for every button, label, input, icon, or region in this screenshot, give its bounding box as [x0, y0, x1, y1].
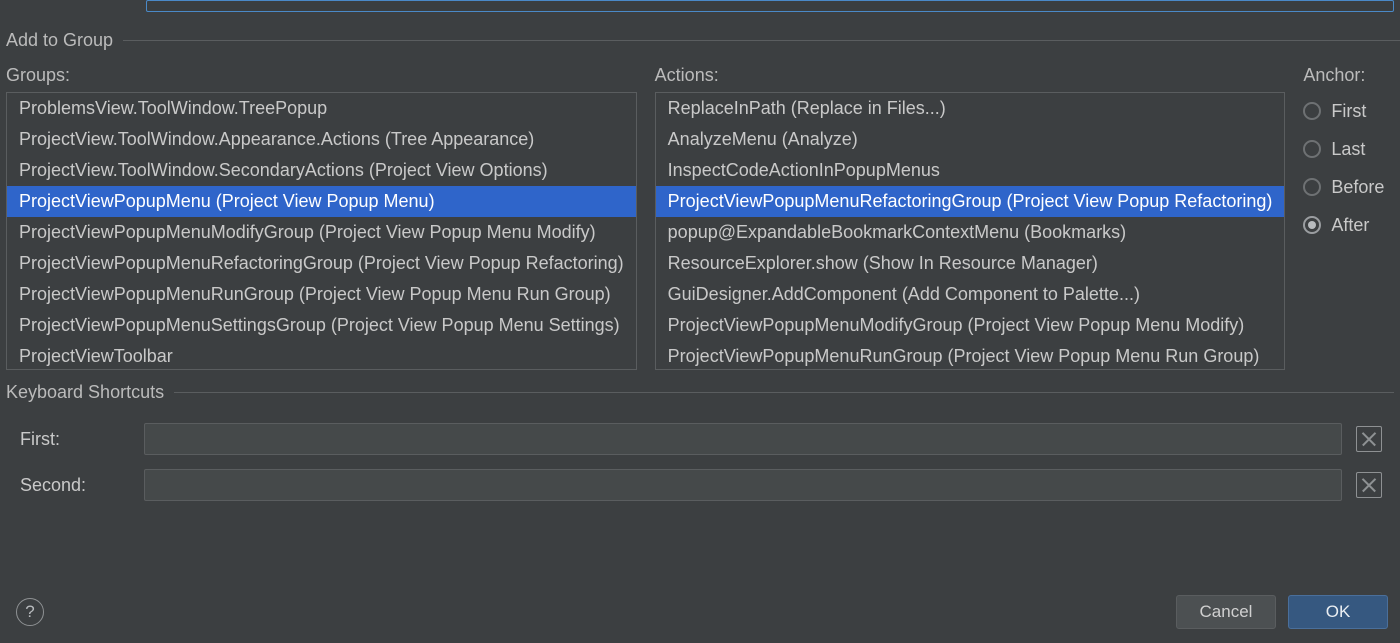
add-to-group-columns: Groups: ProblemsView.ToolWindow.TreePopu…: [6, 65, 1400, 370]
groups-column: Groups: ProblemsView.ToolWindow.TreePopu…: [6, 65, 637, 370]
dialog-root: Add to Group Groups: ProblemsView.ToolWi…: [0, 0, 1400, 643]
clear-first-shortcut-icon[interactable]: [1356, 426, 1382, 452]
spacer: [6, 0, 146, 12]
anchor-option-first[interactable]: First: [1303, 92, 1400, 130]
list-item[interactable]: ProjectViewPopupMenu (Project View Popup…: [7, 186, 636, 217]
list-item[interactable]: AnalyzeMenu (Analyze): [656, 124, 1285, 155]
clear-second-shortcut-icon[interactable]: [1356, 472, 1382, 498]
anchor-option-label: After: [1331, 215, 1369, 236]
anchor-option-label: Before: [1331, 177, 1384, 198]
keyboard-shortcuts-title: Keyboard Shortcuts: [4, 382, 174, 403]
anchor-column: Anchor: First Last Before After: [1303, 65, 1400, 370]
radio-icon: [1303, 216, 1321, 234]
anchor-option-last[interactable]: Last: [1303, 130, 1400, 168]
list-item[interactable]: ProjectView.ToolWindow.Appearance.Action…: [7, 124, 636, 155]
list-item[interactable]: popup@ExpandableBookmarkContextMenu (Boo…: [656, 217, 1285, 248]
anchor-option-label: First: [1331, 101, 1366, 122]
list-item[interactable]: ReplaceInPath (Replace in Files...): [656, 93, 1285, 124]
radio-icon: [1303, 140, 1321, 158]
second-shortcut-input[interactable]: [144, 469, 1342, 501]
top-focused-input[interactable]: [146, 0, 1394, 12]
list-item[interactable]: ProjectView.ToolWindow.SecondaryActions …: [7, 155, 636, 186]
actions-listbox[interactable]: ReplaceInPath (Replace in Files...)Analy…: [655, 92, 1286, 370]
anchor-option-before[interactable]: Before: [1303, 168, 1400, 206]
groups-listbox[interactable]: ProblemsView.ToolWindow.TreePopupProject…: [6, 92, 637, 370]
radio-icon: [1303, 102, 1321, 120]
list-item[interactable]: ProjectViewToolbar: [7, 341, 636, 370]
list-item[interactable]: ProjectViewPopupMenuSettingsGroup (Proje…: [7, 310, 636, 341]
anchor-label: Anchor:: [1303, 65, 1400, 86]
list-item[interactable]: ProjectViewPopupMenuRefactoringGroup (Pr…: [7, 248, 636, 279]
cancel-button[interactable]: Cancel: [1176, 595, 1276, 629]
dialog-footer: ? Cancel OK: [0, 591, 1400, 633]
list-item[interactable]: ProjectViewPopupMenuModifyGroup (Project…: [7, 217, 636, 248]
add-to-group-title: Add to Group: [4, 30, 123, 51]
second-shortcut-label: Second:: [20, 475, 130, 496]
anchor-option-after[interactable]: After: [1303, 206, 1400, 244]
actions-label: Actions:: [655, 65, 1286, 86]
actions-column: Actions: ReplaceInPath (Replace in Files…: [655, 65, 1286, 370]
list-item[interactable]: InspectCodeActionInPopupMenus: [656, 155, 1285, 186]
list-item[interactable]: ProjectViewPopupMenuRunGroup (Project Vi…: [656, 341, 1285, 370]
list-item[interactable]: ResourceExplorer.show (Show In Resource …: [656, 248, 1285, 279]
top-input-row: [6, 0, 1394, 18]
anchor-radio-group: First Last Before After: [1303, 92, 1400, 244]
shortcuts-grid: First: Second:: [6, 417, 1394, 501]
anchor-option-label: Last: [1331, 139, 1365, 160]
list-item[interactable]: ProjectViewPopupMenuModifyGroup (Project…: [656, 310, 1285, 341]
keyboard-shortcuts-section: Keyboard Shortcuts First: Second:: [6, 382, 1394, 501]
list-item[interactable]: ProjectViewPopupMenuRunGroup (Project Vi…: [7, 279, 636, 310]
help-icon[interactable]: ?: [16, 598, 44, 626]
add-to-group-section: Add to Group Groups: ProblemsView.ToolWi…: [6, 30, 1400, 370]
first-shortcut-label: First:: [20, 429, 130, 450]
list-item[interactable]: ProblemsView.ToolWindow.TreePopup: [7, 93, 636, 124]
list-item[interactable]: GuiDesigner.AddComponent (Add Component …: [656, 279, 1285, 310]
radio-icon: [1303, 178, 1321, 196]
ok-button[interactable]: OK: [1288, 595, 1388, 629]
groups-label: Groups:: [6, 65, 637, 86]
list-item[interactable]: ProjectViewPopupMenuRefactoringGroup (Pr…: [656, 186, 1285, 217]
first-shortcut-input[interactable]: [144, 423, 1342, 455]
